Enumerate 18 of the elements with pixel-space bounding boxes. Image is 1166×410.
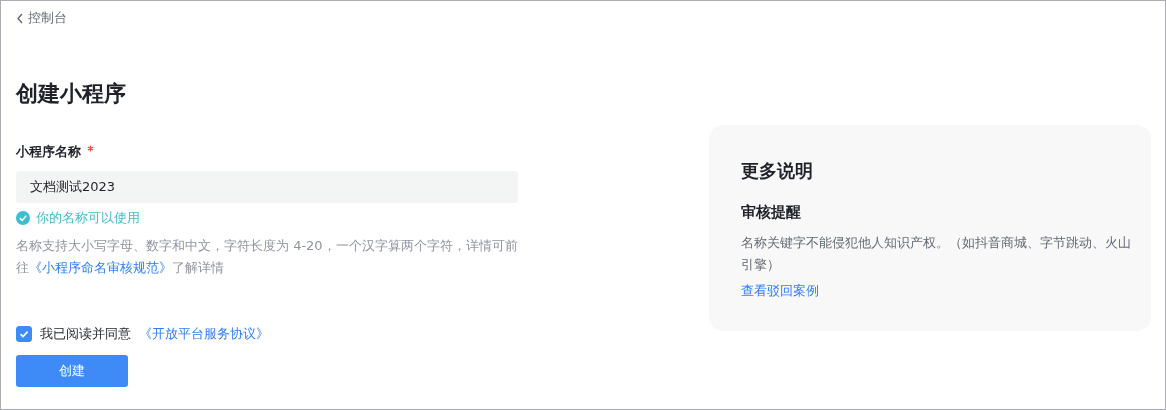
name-input-field[interactable]: 文档测试2023	[16, 170, 518, 203]
agreement-checkbox[interactable]	[16, 325, 32, 342]
check-circle-icon	[16, 210, 30, 225]
service-agreement-link[interactable]: 《开放平台服务协议》	[139, 324, 269, 343]
card-title: 更多说明	[741, 158, 814, 183]
rejection-cases-link[interactable]: 查看驳回案例	[741, 281, 819, 300]
field-hint: 名称支持大小写字母、数字和中文，字符长度为 4-20，一个汉字算两个字符，详情可前往《小程序命名审核规范》了解详情	[16, 236, 518, 277]
field-label: 小程序名称	[16, 142, 81, 161]
validation-message: 你的名称可以使用	[36, 208, 140, 227]
section-text: 名称关键字不能侵犯他人知识产权。（如抖音商城、字节跳动、火山引擎）	[741, 233, 1132, 274]
page-title: 创建小程序	[16, 79, 127, 108]
back-label: 控制台	[28, 9, 67, 27]
section-title: 审核提醒	[741, 202, 802, 222]
back-link[interactable]: 控制台	[16, 9, 67, 27]
naming-rules-link[interactable]: 《小程序命名审核规范》	[29, 259, 172, 275]
chevron-left-icon	[16, 12, 24, 24]
agreement-label: 我已阅读并同意	[40, 324, 131, 343]
create-button[interactable]: 创建	[16, 354, 128, 387]
